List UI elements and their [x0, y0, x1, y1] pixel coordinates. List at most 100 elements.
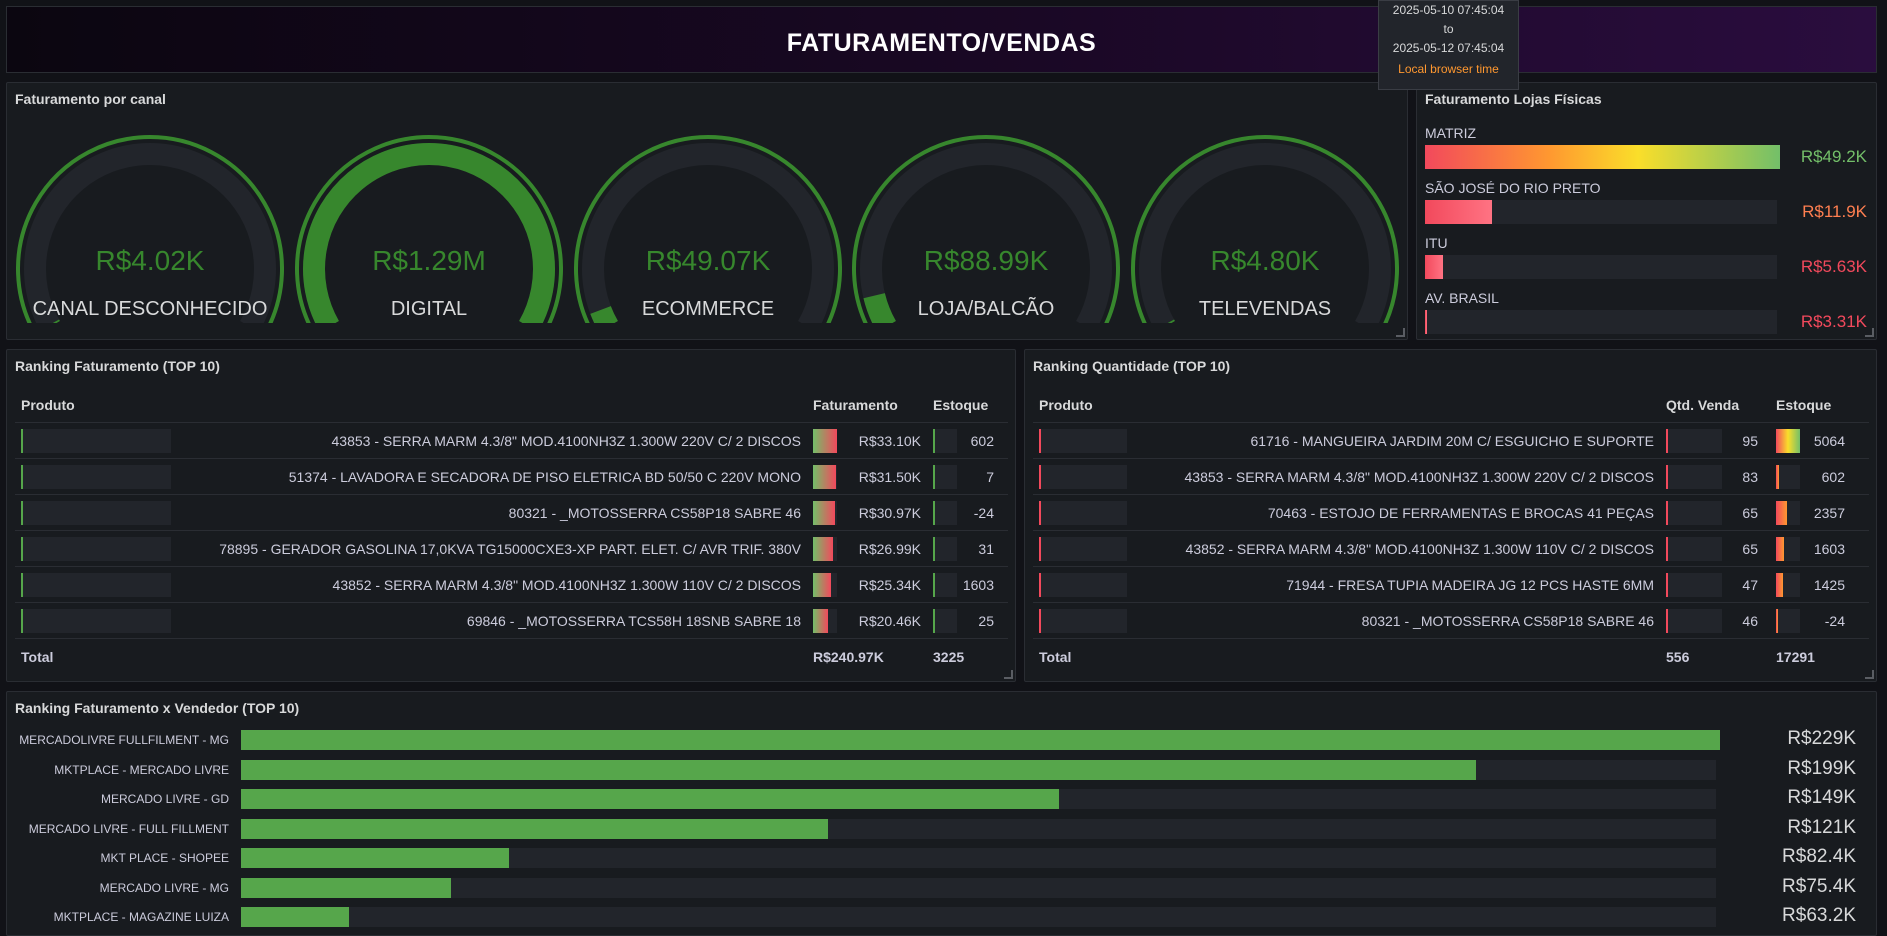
vendedor-row: MKT PLACE - SHOPEE R$82.4K	[8, 846, 1878, 868]
col-header-produto[interactable]: Produto	[1033, 388, 1660, 423]
produto-text: 71944 - FRESA TUPIA MADEIRA JG 12 PCS HA…	[1286, 576, 1654, 593]
col-header-qtd-venda[interactable]: Qtd. Venda	[1660, 388, 1770, 423]
vendedor-value: R$75.4K	[1782, 875, 1856, 897]
cell-qtd: 47	[1660, 566, 1770, 603]
loja-item: SÃO JOSÉ DO RIO PRETO R$11.9K	[1425, 180, 1875, 224]
row-mini-bar	[21, 572, 171, 597]
table-row[interactable]: 43852 - SERRA MARM 4.3/8" MOD.4100NH3Z 1…	[1033, 530, 1869, 567]
cell-estoque: -24	[927, 494, 1008, 531]
total-label: Total	[15, 638, 807, 674]
table-row[interactable]: 78895 - GERADOR GASOLINA 17,0KVA TG15000…	[15, 530, 1008, 567]
vendedor-name: MERCADOLIVRE FULLFILMENT - MG	[19, 733, 229, 747]
vendedor-bar-track	[241, 789, 1716, 809]
total-row: Total R$240.97K 3225	[15, 638, 1008, 674]
vendedor-bar-track	[241, 877, 1716, 898]
vendedor-name: MERCADO LIVRE - MG	[99, 880, 229, 895]
loja-value: R$49.2K	[1800, 147, 1867, 166]
table-row[interactable]: 43853 - SERRA MARM 4.3/8" MOD.4100NH3Z 1…	[1033, 458, 1869, 495]
vendedor-row: MERCADO LIVRE - FULL FILLMENT R$121K	[8, 817, 1878, 839]
loja-bar-fill	[1425, 255, 1443, 279]
gauge-arc	[16, 135, 284, 323]
vendedor-row: MKTPLACE - MAGAZINE LUIZA R$63.2K	[8, 905, 1878, 927]
table-row[interactable]: 43852 - SERRA MARM 4.3/8" MOD.4100NH3Z 1…	[15, 566, 1008, 603]
vendedor-name: MKTPLACE - MAGAZINE LUIZA	[53, 910, 229, 924]
estoque-bar	[933, 536, 957, 561]
col-header-estoque[interactable]: Estoque	[927, 388, 1008, 423]
gauge-1: R$1.29M DIGITAL	[295, 123, 563, 333]
timezone-label: Local browser time	[1398, 62, 1499, 76]
loja-name: MATRIZ	[1425, 125, 1477, 141]
cell-produto: 43853 - SERRA MARM 4.3/8" MOD.4100NH3Z 1…	[15, 422, 807, 459]
vendedor-name: MERCADO LIVRE - GD	[100, 792, 229, 806]
loja-bar-fill	[1425, 200, 1493, 224]
cell-produto: 51374 - LAVADORA E SECADORA DE PISO ELET…	[15, 458, 807, 495]
vendedor-value: R$149K	[1787, 787, 1856, 808]
cell-faturamento: R$20.46K	[807, 602, 927, 639]
row-mini-bar	[21, 500, 171, 525]
panel-ranking-faturamento[interactable]: Ranking Faturamento (TOP 10) Produto Fat…	[6, 349, 1016, 682]
produto-text: 78895 - GERADOR GASOLINA 17,0KVA TG15000…	[219, 540, 801, 557]
vendedor-row: MERCADO LIVRE - MG R$75.4K	[8, 875, 1878, 898]
gauge-label: TELEVENDAS	[1198, 298, 1332, 320]
qtd-value: 65	[1742, 504, 1758, 521]
produto-text: 51374 - LAVADORA E SECADORA DE PISO ELET…	[288, 468, 801, 485]
gauge-arc	[1131, 135, 1399, 323]
table-row[interactable]: 69846 - _MOTOSSERRA TCS58H 18SNB SABRE 1…	[15, 602, 1008, 639]
estoque-bar	[933, 464, 957, 489]
table-row[interactable]: 43853 - SERRA MARM 4.3/8" MOD.4100NH3Z 1…	[15, 422, 1008, 459]
vendedor-name: MKTPLACE - MERCADO LIVRE	[54, 762, 229, 777]
vendedor-bar-fill	[241, 818, 829, 839]
gauge-0: R$4.02K CANAL DESCONHECIDO	[16, 123, 284, 333]
panel-title: Ranking Quantidade (TOP 10)	[1033, 358, 1231, 374]
dashboard-title: FATURAMENTO/VENDAS	[786, 29, 1097, 57]
panel-ranking-quantidade[interactable]: Ranking Quantidade (TOP 10) Produto Qtd.…	[1024, 349, 1877, 682]
cell-produto: 78895 - GERADOR GASOLINA 17,0KVA TG15000…	[15, 530, 807, 567]
gauge-label: CANAL DESCONHECIDO	[32, 298, 268, 320]
table-row[interactable]: 80321 - _MOTOSSERRA CS58P18 SABRE 46 R$30…	[15, 494, 1008, 531]
estoque-bar	[1776, 608, 1800, 633]
produto-text: 70463 - ESTOJO DE FERRAMENTAS E BROCAS 4…	[1267, 504, 1654, 521]
row-mini-bar	[21, 464, 171, 489]
col-header-estoque[interactable]: Estoque	[1770, 388, 1869, 423]
col-header-faturamento[interactable]: Faturamento	[807, 388, 927, 423]
faturamento-value: R$26.99K	[858, 540, 921, 557]
vendedor-row: MERCADO LIVRE - GD R$149K	[8, 787, 1878, 809]
qtd-value: 46	[1742, 612, 1758, 629]
cell-qtd: 46	[1660, 602, 1770, 639]
table-row[interactable]: 80321 - _MOTOSSERRA CS58P18 SABRE 46 46 -2…	[1033, 602, 1869, 639]
produto-text: 80321 - _MOTOSSERRA CS58P18 SABRE 46	[1361, 612, 1654, 629]
loja-bar-track	[1425, 255, 1777, 279]
vendedor-name: MERCADO LIVRE - FULL FILLMENT	[28, 821, 229, 836]
cell-estoque: 7	[927, 458, 1008, 495]
row-mini-bar	[1039, 428, 1127, 453]
gauge-2: R$49.07K ECOMMERCE	[574, 123, 842, 333]
loja-bar-track	[1425, 200, 1777, 224]
table-row[interactable]: 61716 - MANGUEIRA JARDIM 20M C/ ESGUICHO…	[1033, 422, 1869, 459]
gauge-value: R$4.02K	[95, 245, 205, 276]
table-row[interactable]: 51374 - LAVADORA E SECADORA DE PISO ELET…	[15, 458, 1008, 495]
gauge-4: R$4.80K TELEVENDAS	[1131, 123, 1399, 333]
faturamento-bar	[813, 500, 837, 525]
table-row[interactable]: 70463 - ESTOJO DE FERRAMENTAS E BROCAS 4…	[1033, 494, 1869, 531]
loja-bar-track	[1425, 310, 1777, 334]
gauge-label: LOJA/BALCÃO	[917, 298, 1055, 320]
faturamento-bar	[813, 608, 837, 633]
produto-text: 43853 - SERRA MARM 4.3/8" MOD.4100NH3Z 1…	[331, 432, 802, 449]
total-estoque: 3225	[927, 638, 1008, 674]
cell-produto: 80321 - _MOTOSSERRA CS58P18 SABRE 46	[1033, 602, 1660, 639]
table-row[interactable]: 71944 - FRESA TUPIA MADEIRA JG 12 PCS HA…	[1033, 566, 1869, 603]
produto-text: 61716 - MANGUEIRA JARDIM 20M C/ ESGUICHO…	[1250, 432, 1654, 449]
faturamento-value: R$31.50K	[858, 468, 921, 485]
vendedor-bar-track	[241, 818, 1716, 839]
panel-ranking-vendedor[interactable]: Ranking Faturamento x Vendedor (TOP 10)	[6, 691, 1877, 936]
produto-text: 80321 - _MOTOSSERRA CS58P18 SABRE 46	[508, 504, 801, 521]
gauge-value: R$4.80K	[1210, 245, 1320, 276]
cell-produto: 61716 - MANGUEIRA JARDIM 20M C/ ESGUICHO…	[1033, 422, 1660, 459]
time-range-to: 2025-05-12 07:45:04	[1392, 41, 1505, 55]
col-header-produto[interactable]: Produto	[15, 388, 807, 423]
row-mini-bar	[1039, 608, 1127, 633]
row-mini-bar	[21, 428, 171, 453]
cell-produto: 71944 - FRESA TUPIA MADEIRA JG 12 PCS HA…	[1033, 566, 1660, 603]
cell-estoque: 25	[927, 602, 1008, 639]
time-range-tooltip: 2025-05-10 07:45:04 to 2025-05-12 07:45:…	[1378, 0, 1519, 90]
